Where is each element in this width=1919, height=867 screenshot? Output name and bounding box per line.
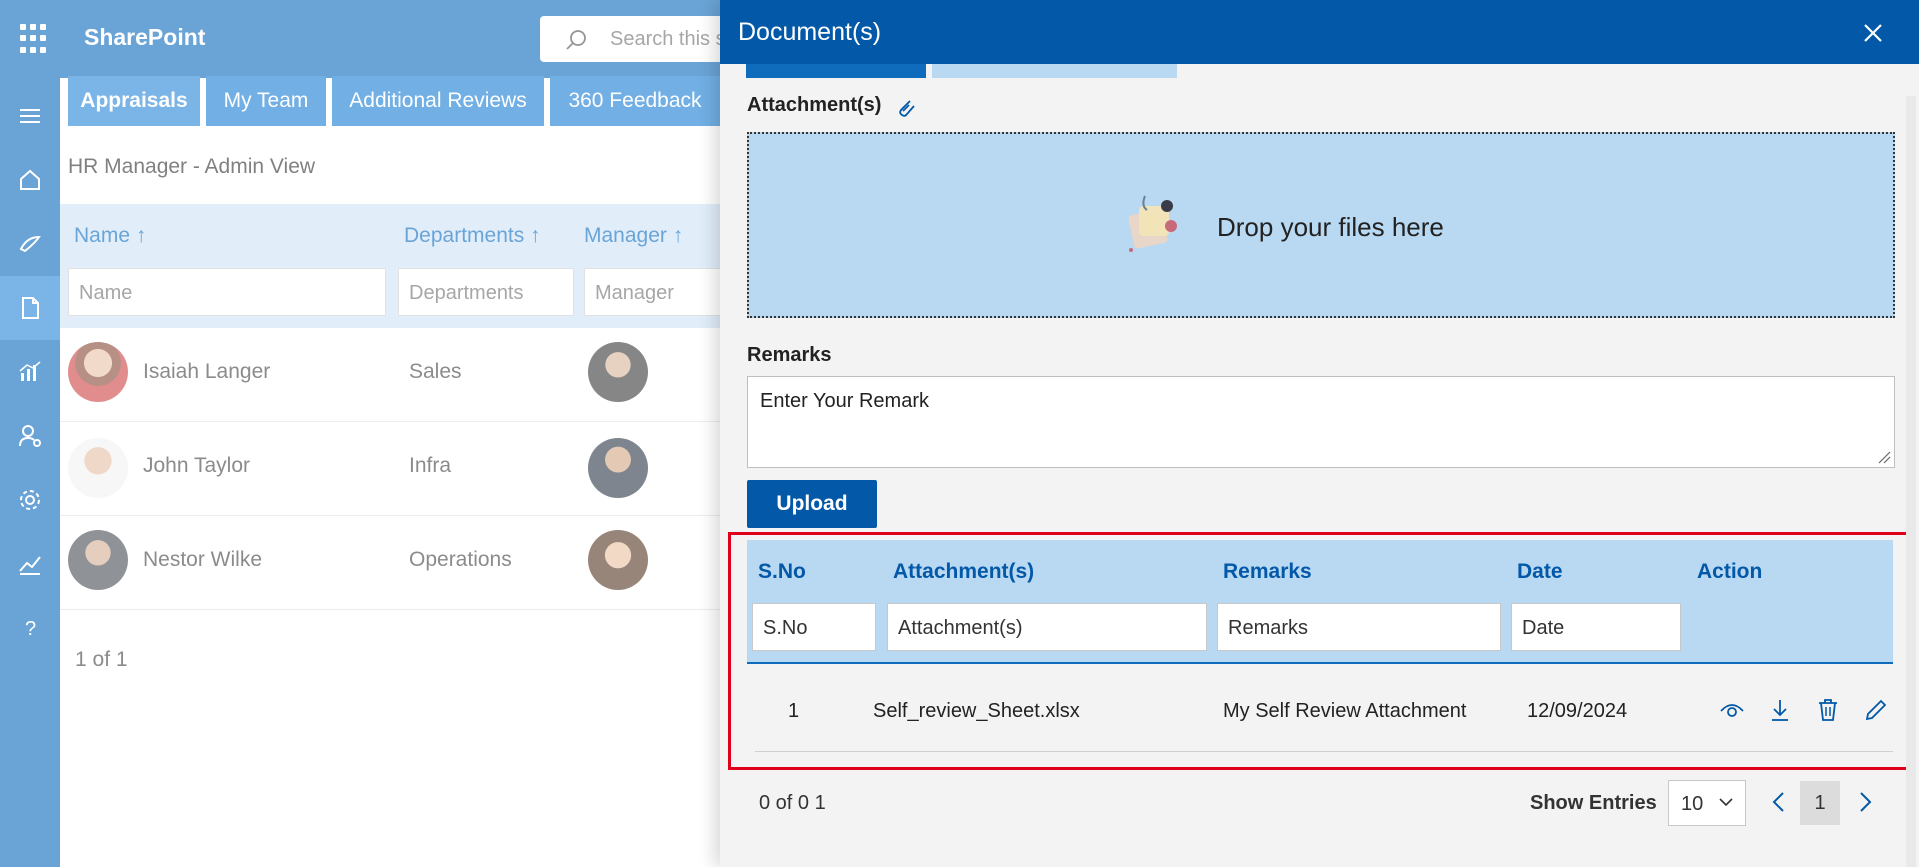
highlight-box (728, 532, 1911, 770)
documents-panel: Document(s) Attachment(s) Drop your file… (720, 0, 1919, 867)
show-entries-label: Show Entries (1530, 792, 1657, 814)
remarks-label: Remarks (747, 344, 832, 366)
chevron-down-icon (1719, 798, 1733, 807)
panel-tab[interactable] (932, 64, 1177, 78)
upload-button[interactable]: Upload (747, 480, 877, 528)
attachments-label: Attachment(s) (747, 94, 882, 116)
scrollbar[interactable] (1906, 96, 1916, 867)
drop-text: Drop your files here (1217, 212, 1444, 242)
panel-header: Document(s) (720, 0, 1919, 64)
entries-select[interactable]: 10 (1668, 780, 1746, 826)
remarks-textarea[interactable]: Enter Your Remark (747, 376, 1895, 468)
panel-title: Document(s) (738, 18, 882, 46)
paperclip-icon[interactable] (894, 96, 918, 120)
pagination-info: 0 of 0 1 (759, 792, 826, 814)
chevron-left-icon[interactable] (1768, 790, 1790, 814)
close-icon[interactable] (1858, 18, 1888, 48)
file-drop-zone[interactable]: Drop your files here (747, 132, 1895, 318)
resize-grip-icon[interactable] (1877, 450, 1891, 464)
entries-value: 10 (1681, 793, 1704, 815)
panel-tab-active[interactable] (746, 64, 926, 78)
chevron-right-icon[interactable] (1854, 790, 1876, 814)
files-illustration-icon (1128, 195, 1177, 252)
page-number-button[interactable]: 1 (1800, 781, 1840, 825)
